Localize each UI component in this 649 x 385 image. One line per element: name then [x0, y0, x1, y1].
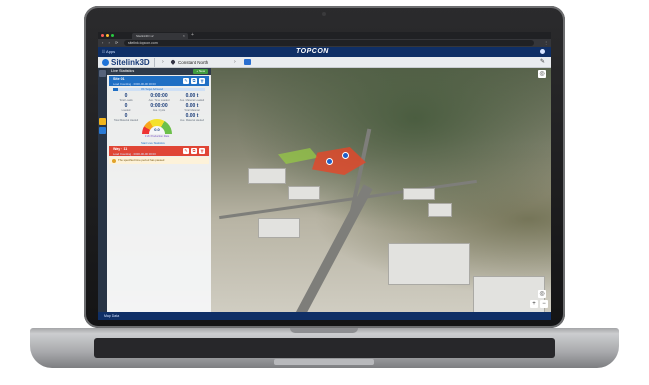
new-tab-button[interactable]: + — [191, 32, 194, 39]
stat-ave-hauled: 0.00 t Ave. Material Hauled — [175, 113, 209, 122]
browser-tabstrip: Sitelink3D v2 × + — [98, 32, 551, 39]
keyboard — [94, 338, 555, 358]
building — [248, 168, 286, 184]
url-input[interactable]: sitelink.topcon.com — [124, 40, 534, 46]
zoom-in-button[interactable]: + — [530, 300, 538, 308]
product-name: Sitelink3D — [111, 58, 150, 67]
stat-label: Ave. Material Hauled — [179, 119, 205, 122]
gauge-caption: 0 t/h Production Rate — [144, 135, 170, 138]
edit-icon[interactable]: ✎ — [183, 78, 189, 84]
stat-label: Total Material — [184, 109, 200, 112]
panel-title: Live Statistics — [111, 69, 135, 73]
brand-logo: TOPCON — [296, 48, 329, 55]
production-gauge: 0.0 — [142, 119, 172, 134]
building — [403, 188, 435, 200]
side-rail — [98, 68, 107, 312]
app-toolbar: Sitelink3D › Constant North › ✎ — [98, 57, 551, 68]
copy-icon[interactable]: ⧉ — [191, 148, 197, 154]
progress-fill — [113, 88, 118, 91]
stat-label: Ave. Cycle — [152, 109, 166, 112]
laptop-base — [30, 328, 619, 368]
stat-label: Ave. Time Loaded — [148, 99, 170, 102]
stat-total-loads: 0 Total Loads — [109, 93, 143, 102]
edit-icon[interactable]: ✎ — [183, 148, 189, 154]
machine-marker[interactable] — [342, 152, 349, 159]
minimize-window-icon[interactable] — [106, 34, 109, 37]
stat-ave-time: 0:00:00 Ave. Time Loaded — [142, 93, 176, 102]
stat-total-material: 0.00 t Total Material — [175, 103, 209, 112]
zoom-out-button[interactable]: − — [540, 300, 548, 308]
address-bar-row: ‹ › ⟳ sitelink.topcon.com ⋮ — [98, 39, 551, 47]
browser-tab-title: Sitelink3D v2 — [136, 34, 154, 38]
green-zone[interactable] — [278, 148, 318, 164]
delete-icon[interactable]: 🗑 — [199, 78, 205, 84]
machine-marker[interactable] — [326, 158, 333, 165]
panel-header: Live Statistics + New — [107, 68, 211, 75]
alert-subtitle: Load Counting · 0000-00-00 00:00 — [113, 151, 156, 156]
progress-label: 0% Target Achieved — [141, 88, 164, 91]
layers-button[interactable] — [244, 59, 251, 65]
camera — [322, 12, 326, 16]
tools-icon[interactable]: ✎ — [540, 58, 545, 67]
start-statistics-link[interactable]: Start Live Statistics — [141, 141, 165, 145]
browser-menu-icon[interactable]: ⋮ — [544, 39, 548, 47]
building — [388, 243, 470, 285]
building — [428, 203, 452, 217]
building — [258, 218, 300, 238]
opening-notch — [290, 328, 358, 333]
alert-message: The specified time period has passed — [118, 158, 165, 162]
divider — [154, 58, 155, 67]
user-icon[interactable] — [540, 49, 545, 54]
copy-icon[interactable]: ⧉ — [191, 78, 197, 84]
nav-buttons[interactable]: ‹ › ⟳ — [102, 39, 120, 47]
target-progress-bar: 0% Target Achieved — [113, 88, 205, 91]
stat-hauled: 0 Total Material Hauled — [109, 113, 143, 122]
chevron-right-icon[interactable]: › — [162, 57, 164, 68]
window-controls — [101, 34, 114, 37]
card-name: Site 01 — [113, 77, 125, 81]
alert-message-row: The specified time period has passed — [109, 157, 209, 164]
building — [288, 186, 320, 200]
warning-icon — [112, 158, 116, 163]
new-button[interactable]: + New — [193, 69, 208, 74]
apps-button[interactable]: ⠿ Apps — [102, 47, 115, 57]
gauge-value: 0.0 — [154, 127, 160, 132]
sitelink-logo-icon — [102, 58, 109, 66]
maximize-window-icon[interactable] — [111, 34, 114, 37]
trackpad — [274, 359, 374, 365]
topcon-header: ⠿ Apps TOPCON — [98, 47, 551, 57]
stat-loaded: 0 Loaded — [109, 103, 143, 112]
alert-title: Way · 11 — [113, 147, 128, 151]
stat-label: Total Loads — [119, 99, 133, 102]
layers-icon[interactable]: ◎ — [538, 70, 546, 78]
stat-label: Loaded — [121, 109, 131, 112]
stat-ave-material: 0.00 t Ave. Material Loaded — [175, 93, 209, 102]
machines-icon[interactable] — [99, 127, 106, 134]
stat-card-header[interactable]: Site 01 Load Counting · 0000-00-00 00:00… — [109, 76, 209, 86]
laptop-lid: Sitelink3D v2 × + ‹ › ⟳ sitelink.topcon.… — [84, 6, 565, 328]
stat-label: Total Material Hauled — [113, 119, 139, 122]
menu-icon[interactable] — [99, 70, 106, 77]
building — [473, 276, 545, 314]
card-subtitle: Load Counting · 0000-00-00 00:00 — [113, 81, 156, 86]
recenter-icon[interactable]: ◎ — [538, 290, 546, 298]
chevron-right-icon[interactable]: › — [234, 57, 236, 68]
delete-icon[interactable]: 🗑 — [199, 148, 205, 154]
stat-ave-cycle: 0:00:00 Ave. Cycle — [142, 103, 176, 112]
live-statistics-panel: Live Statistics + New Site 01 Load Count… — [107, 68, 211, 312]
stats-icon[interactable] — [99, 118, 106, 125]
stat-label: Ave. Material Loaded — [179, 99, 205, 102]
status-bar: Map Data — [98, 312, 551, 320]
project-selector[interactable]: Constant North — [178, 57, 208, 68]
close-window-icon[interactable] — [101, 34, 104, 37]
location-pin-icon — [170, 59, 176, 65]
alert-card-header[interactable]: Way · 11 Load Counting · 0000-00-00 00:0… — [109, 146, 209, 156]
screen: Sitelink3D v2 × + ‹ › ⟳ sitelink.topcon.… — [98, 32, 551, 320]
